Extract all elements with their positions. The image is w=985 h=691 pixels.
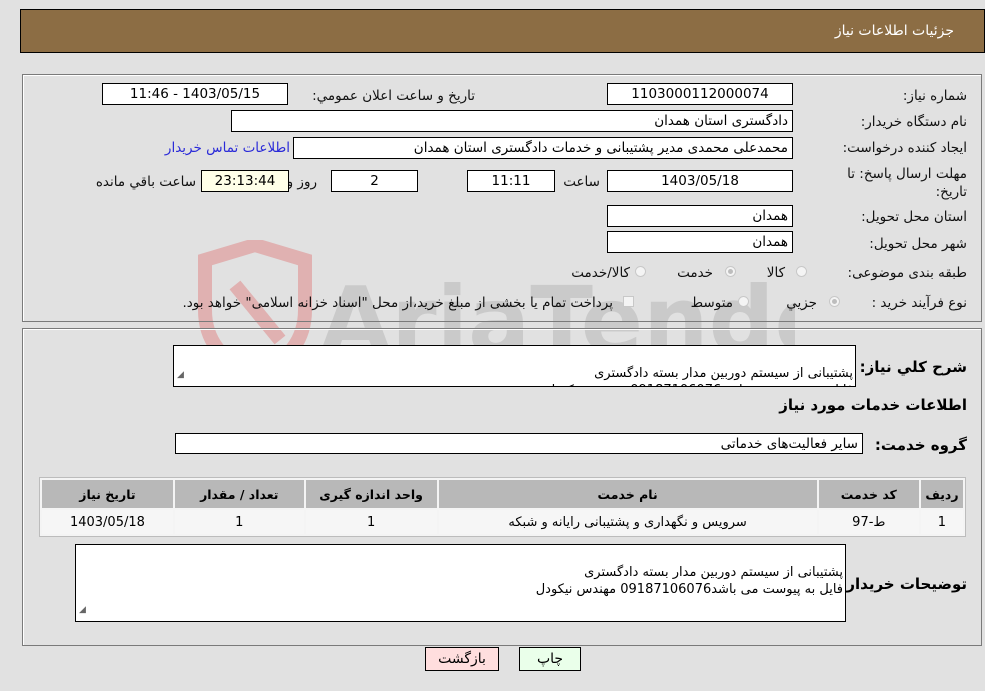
deadline-time-field: 11:11: [467, 170, 555, 192]
page-header: جزئیات اطلاعات نیاز: [20, 9, 985, 53]
creator-label: ایجاد کننده درخواست:: [842, 140, 967, 156]
category-option-goods: کالا: [766, 265, 785, 281]
need-number-field: 1103000112000074: [607, 83, 793, 105]
col-header-row-number: ردیف: [920, 480, 963, 508]
category-option-goods-service: کالا/خدمت: [571, 265, 630, 281]
treasury-checkbox[interactable]: [623, 296, 634, 307]
remaining-time-field: 23:13:44: [201, 170, 289, 192]
process-option-minor: جزيي: [786, 295, 817, 311]
announce-datetime-field: 1403/05/15 - 11:46: [102, 83, 288, 105]
province-field: همدان: [607, 205, 793, 227]
category-option-service: خدمت: [677, 265, 713, 281]
cell-service-code: ط-97: [818, 510, 919, 534]
service-group-label: گروه خدمت:: [874, 436, 967, 454]
deadline-time-label: ساعت: [563, 174, 600, 190]
deadline-date-field: 1403/05/18: [607, 170, 793, 192]
page-title: جزئیات اطلاعات نیاز: [834, 23, 954, 39]
table-header-row: ردیف کد خدمت نام خدمت واحد اندازه گیری ت…: [42, 480, 963, 508]
buyer-org-field: دادگستری استان همدان: [231, 110, 793, 132]
province-label: استان محل تحویل:: [861, 209, 967, 225]
buyer-notes-label: توضیحات خریدار:: [840, 575, 967, 593]
cell-quantity: 1: [174, 510, 304, 534]
col-header-service-code: کد خدمت: [818, 480, 919, 508]
buyer-notes-text: پشتیبانی از سیستم دوربین مدار بسته دادگس…: [535, 565, 843, 597]
category-label: طبقه بندی موضوعی:: [847, 265, 967, 281]
process-label: نوع فرآیند خرید :: [871, 295, 967, 311]
col-header-unit: واحد اندازه گیری: [305, 480, 437, 508]
service-group-field: سایر فعالیت‌های خدماتی: [175, 433, 863, 454]
category-radio-goods-service[interactable]: [635, 266, 646, 277]
cell-row-number: 1: [920, 510, 963, 534]
table-row: 1 ط-97 سرویس و نگهداری و پشتیبانی رایانه…: [42, 510, 963, 534]
city-label: شهر محل تحویل:: [869, 236, 967, 252]
city-field: همدان: [607, 231, 793, 253]
days-remaining-field: 2: [331, 170, 418, 192]
resize-grip-icon[interactable]: ◢: [79, 602, 86, 619]
cell-unit: 1: [305, 510, 437, 534]
process-option-medium: متوسط: [690, 295, 733, 311]
print-button[interactable]: چاپ: [519, 647, 581, 671]
treasury-note: پرداخت تمام یا بخشی از مبلغ خرید،از محل …: [182, 295, 613, 311]
category-radio-goods[interactable]: [796, 266, 807, 277]
cell-need-date: 1403/05/18: [42, 510, 173, 534]
col-header-need-date: تاریخ نیاز: [42, 480, 173, 508]
back-button[interactable]: بازگشت: [425, 647, 499, 671]
services-table: ردیف کد خدمت نام خدمت واحد اندازه گیری ت…: [39, 477, 966, 537]
buyer-notes-textarea[interactable]: پشتیبانی از سیستم دوربین مدار بسته دادگس…: [75, 544, 846, 622]
cell-service-name: سرویس و نگهداری و پشتیبانی رایانه و شبکه: [438, 510, 817, 534]
deadline-label: مهلت ارسال پاسخ: تا تاریخ:: [847, 166, 967, 200]
services-section-title: اطلاعات خدمات مورد نياز: [779, 396, 967, 414]
need-number-label: شماره نیاز:: [902, 88, 967, 104]
creator-field: محمدعلی محمدی مدیر پشتیبانی و خدمات دادگ…: [293, 137, 793, 159]
summary-textarea[interactable]: پشتیبانی از سیستم دوربین مدار بسته دادگس…: [173, 345, 856, 387]
col-header-quantity: تعداد / مقدار: [174, 480, 304, 508]
process-radio-medium[interactable]: [738, 296, 749, 307]
summary-text: پشتیبانی از سیستم دوربین مدار بسته دادگس…: [546, 366, 853, 386]
remaining-label: ساعت باقي مانده: [95, 174, 196, 190]
summary-label: شرح كلي نياز:: [859, 358, 967, 376]
category-radio-service[interactable]: [725, 266, 736, 277]
resize-grip-icon[interactable]: ◢: [177, 367, 184, 384]
buyer-contact-link[interactable]: اطلاعات تماس خریدار: [165, 140, 290, 156]
col-header-service-name: نام خدمت: [438, 480, 817, 508]
process-radio-minor[interactable]: [829, 296, 840, 307]
days-label: روز و: [286, 174, 317, 190]
buyer-org-label: نام دستگاه خریدار:: [860, 114, 967, 130]
announce-label: تاریخ و ساعت اعلان عمومي:: [312, 88, 475, 104]
